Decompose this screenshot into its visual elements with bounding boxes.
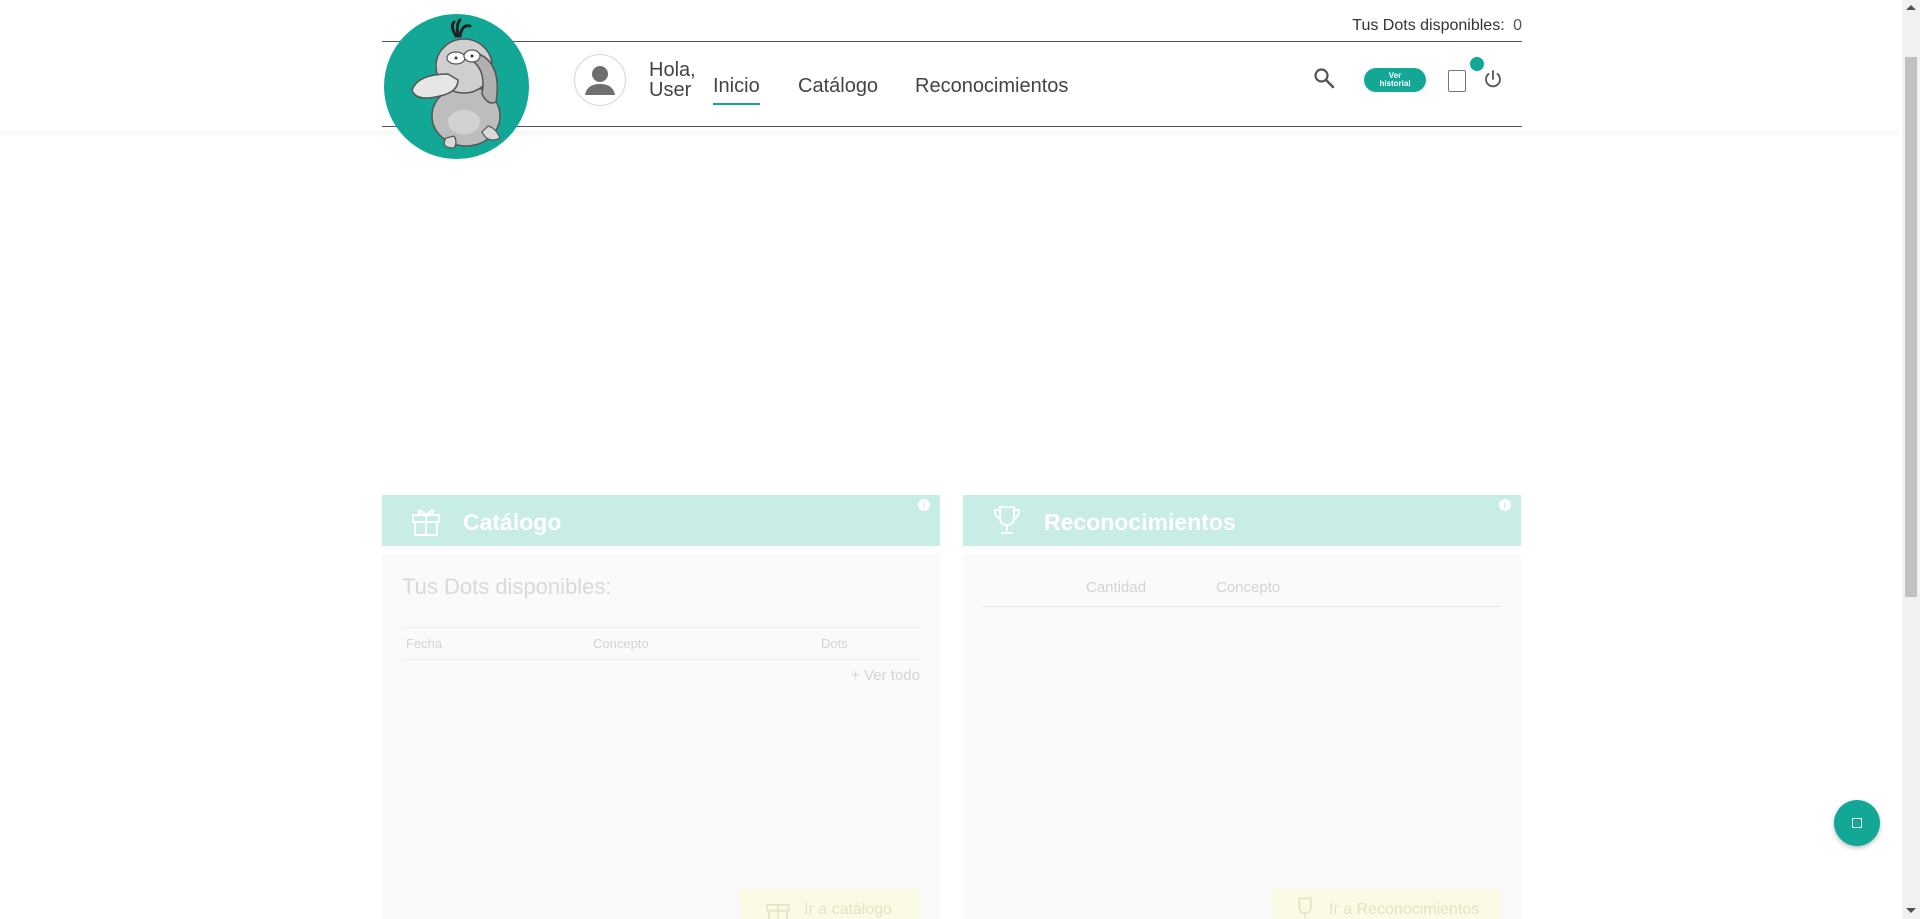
page: Tus Dots disponibles: 0 Hola, User Inici… (0, 0, 1920, 919)
catalog-panel-header: Catálogo i (382, 495, 940, 546)
view-history-label-2: historial (1379, 79, 1411, 88)
view-history-button[interactable]: Ver historial (1364, 68, 1426, 92)
trophy-icon (1298, 897, 1312, 919)
chat-fab-button[interactable] (1834, 800, 1880, 846)
header-divider-top (382, 41, 1522, 42)
recognitions-panel-header: Reconocimientos i (963, 495, 1521, 546)
recognitions-panel-title: Reconocimientos (1044, 509, 1236, 535)
gift-icon (766, 904, 790, 919)
recognitions-info-icon[interactable]: i (1499, 499, 1511, 511)
user-icon (585, 66, 615, 95)
greeting-hello: Hola, (649, 59, 696, 81)
recognitions-col-concept: Concepto (1216, 579, 1281, 596)
nav-recognitions[interactable]: Reconocimientos (915, 75, 1068, 98)
header (0, 0, 1902, 131)
header-divider-bottom (382, 126, 1522, 127)
go-to-recognitions-label: Ir a Reconocimientos (1329, 901, 1480, 918)
nav-home[interactable]: Inicio (713, 75, 760, 105)
brand-logo[interactable] (384, 14, 529, 159)
cart-icon[interactable] (1448, 70, 1466, 92)
search-icon[interactable] (1312, 66, 1336, 90)
greeting: Hola, User (649, 60, 696, 100)
go-to-catalog-label: Ir a catálogo (804, 901, 893, 918)
dots-balance: Tus Dots disponibles: 0 (1352, 17, 1522, 35)
catalog-col-dots: Dots (821, 636, 848, 651)
catalog-table-header-divider (402, 659, 920, 660)
catalog-col-concept: Concepto (593, 636, 649, 651)
nav-catalog[interactable]: Catálogo (798, 75, 878, 98)
scroll-up-arrow-icon[interactable] (1906, 5, 1916, 10)
scroll-down-arrow-icon[interactable] (1906, 908, 1916, 913)
power-icon[interactable] (1482, 68, 1504, 90)
user-avatar[interactable] (574, 54, 626, 106)
dots-balance-label: Tus Dots disponibles: (1352, 17, 1505, 34)
catalog-table-top-divider (402, 627, 920, 628)
catalog-panel-body: Tus Dots disponibles: Fecha Concepto Dot… (382, 554, 940, 919)
go-to-recognitions-button[interactable]: Ir a Reconocimientos (1271, 889, 1501, 919)
scrollbar-thumb[interactable] (1905, 57, 1917, 597)
catalog-dots-label: Tus Dots disponibles: (402, 574, 612, 599)
catalog-col-date: Fecha (406, 636, 443, 651)
catalog-info-icon[interactable]: i (918, 499, 930, 511)
catalog-panel-title: Catálogo (463, 509, 562, 535)
gift-icon (412, 509, 440, 536)
trophy-icon (993, 506, 1021, 534)
duck-mascot-icon (411, 18, 501, 149)
catalog-see-all-link[interactable]: + Ver todo (851, 667, 920, 684)
recognitions-col-amount: Cantidad (1086, 579, 1147, 596)
go-to-catalog-button[interactable]: Ir a catálogo (740, 889, 920, 919)
recognitions-panel-body: Cantidad Concepto Ir a Reconocimientos (963, 554, 1521, 919)
dots-balance-value: 0 (1513, 17, 1522, 34)
chat-icon (1852, 818, 1862, 828)
recognitions-table-divider (983, 606, 1501, 607)
greeting-user: User (649, 79, 692, 101)
